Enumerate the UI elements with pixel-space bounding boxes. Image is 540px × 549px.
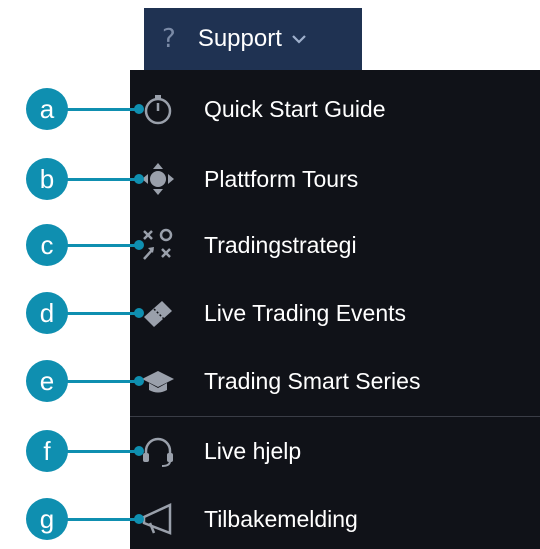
menu-item-tilbakemelding[interactable]: Tilbakemelding bbox=[130, 486, 540, 549]
callout-f: f bbox=[26, 430, 68, 472]
menu-item-label: Live hjelp bbox=[204, 437, 302, 464]
stopwatch-icon bbox=[138, 89, 178, 129]
callout-dot-c bbox=[134, 240, 144, 250]
menu-item-tradingstrategi[interactable]: Tradingstrategi bbox=[130, 212, 540, 278]
callout-line-a bbox=[66, 108, 138, 111]
menu-item-trading-smart-series[interactable]: Trading Smart Series bbox=[130, 348, 540, 414]
callout-line-d bbox=[66, 312, 138, 315]
menu-item-label: Tradingstrategi bbox=[204, 231, 357, 258]
support-dropdown-menu: Quick Start Guide Plattform Tours Tradin… bbox=[130, 70, 540, 549]
menu-item-label: Tilbakemelding bbox=[204, 505, 358, 532]
menu-item-label: Trading Smart Series bbox=[204, 367, 421, 394]
support-menu-button[interactable]: ? Support bbox=[144, 8, 362, 70]
chevron-down-icon bbox=[292, 35, 306, 44]
menu-item-live-hjelp[interactable]: Live hjelp bbox=[130, 418, 540, 484]
menu-divider bbox=[130, 416, 540, 417]
callout-line-c bbox=[66, 244, 138, 247]
callout-c: c bbox=[26, 224, 68, 266]
callout-line-e bbox=[66, 380, 138, 383]
headset-icon bbox=[138, 431, 178, 471]
menu-item-quick-start-guide[interactable]: Quick Start Guide bbox=[130, 76, 540, 142]
menu-item-label: Quick Start Guide bbox=[204, 95, 386, 122]
callout-e: e bbox=[26, 360, 68, 402]
graduation-cap-icon bbox=[138, 361, 178, 401]
callout-g: g bbox=[26, 498, 68, 540]
megaphone-icon bbox=[138, 499, 178, 539]
callout-dot-a bbox=[134, 104, 144, 114]
question-icon: ? bbox=[162, 24, 176, 54]
callout-b: b bbox=[26, 158, 68, 200]
callout-line-b bbox=[66, 178, 138, 181]
callout-dot-d bbox=[134, 308, 144, 318]
menu-item-plattform-tours[interactable]: Plattform Tours bbox=[130, 146, 540, 212]
support-menu-screenshot: ? Support Quick Start Guide Plattform To… bbox=[0, 0, 540, 549]
menu-item-label: Live Trading Events bbox=[204, 299, 407, 326]
callout-dot-f bbox=[134, 446, 144, 456]
ticket-icon bbox=[138, 293, 178, 333]
strategy-xo-icon bbox=[138, 225, 178, 265]
menu-item-label: Plattform Tours bbox=[204, 165, 359, 192]
callout-dot-g bbox=[134, 514, 144, 524]
move-arrows-icon bbox=[138, 159, 178, 199]
support-label: Support bbox=[197, 25, 282, 52]
callout-line-g bbox=[66, 518, 138, 521]
callout-line-f bbox=[66, 450, 138, 453]
menu-item-live-trading-events[interactable]: Live Trading Events bbox=[130, 280, 540, 346]
callout-d: d bbox=[26, 292, 68, 334]
callout-dot-e bbox=[134, 376, 144, 386]
callout-dot-b bbox=[134, 174, 144, 184]
callout-a: a bbox=[26, 88, 68, 130]
